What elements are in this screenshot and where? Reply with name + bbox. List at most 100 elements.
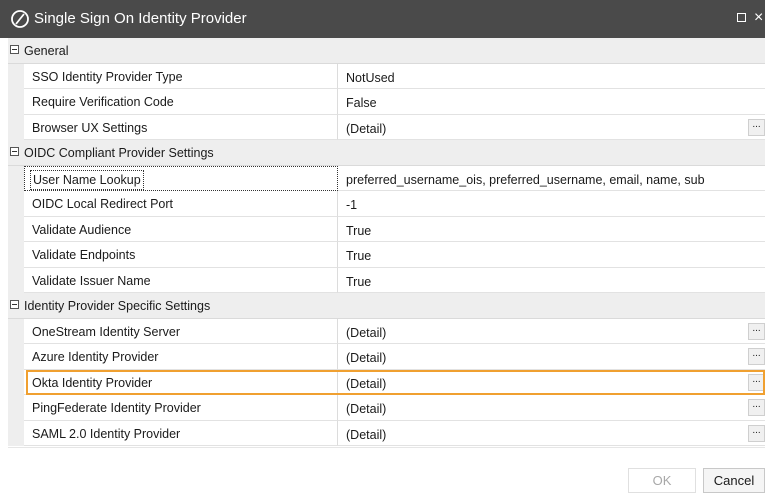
row-indent [8, 395, 24, 421]
property-name-cell[interactable]: Validate Endpoints [24, 242, 338, 268]
property-name: Okta Identity Provider [32, 375, 153, 390]
ellipsis-button[interactable]: ... [748, 399, 765, 416]
sso-identity-provider-dialog: Single Sign On Identity Provider × Gener… [0, 0, 765, 498]
collapse-icon[interactable] [10, 300, 19, 309]
property-name: User Name Lookup [30, 169, 144, 190]
property-name: Validate Issuer Name [32, 273, 151, 288]
category-label: Identity Provider Specific Settings [24, 299, 211, 313]
property-row[interactable]: Browser UX Settings (Detail)... [8, 114, 765, 140]
property-value: True [346, 274, 372, 289]
row-indent [8, 242, 24, 268]
property-name-cell[interactable]: PingFederate Identity Provider [24, 395, 338, 421]
property-value: (Detail) [346, 121, 387, 136]
row-indent [8, 89, 24, 115]
property-name-cell[interactable]: Browser UX Settings [24, 114, 338, 140]
row-indent [8, 420, 24, 446]
cancel-button[interactable]: Cancel [703, 468, 765, 493]
category-label: General [24, 44, 69, 58]
property-value-cell[interactable]: NotUsed [338, 64, 765, 89]
ellipsis-button[interactable]: ... [748, 348, 765, 365]
property-name-cell[interactable]: Require Verification Code [24, 89, 338, 115]
row-indent [8, 165, 24, 191]
property-value-cell[interactable]: (Detail) [338, 370, 765, 395]
property-row[interactable]: Validate Issuer Name True [8, 267, 765, 293]
property-value: NotUsed [346, 70, 395, 85]
collapse-icon[interactable] [10, 147, 19, 156]
property-row[interactable]: User Name Lookup preferred_username_ois, … [8, 165, 765, 191]
property-value: (Detail) [346, 325, 387, 340]
property-value-cell[interactable]: True [338, 217, 765, 242]
property-name: OneStream Identity Server [32, 324, 180, 339]
property-value-cell[interactable]: preferred_username_ois, preferred_userna… [338, 166, 765, 191]
property-name-cell[interactable]: SAML 2.0 Identity Provider [24, 420, 338, 446]
property-value: (Detail) [346, 376, 387, 391]
property-name: OIDC Local Redirect Port [32, 197, 174, 211]
close-icon[interactable]: × [754, 8, 765, 28]
maximize-icon[interactable] [737, 13, 746, 22]
property-row[interactable]: SSO Identity Provider Type NotUsed [8, 63, 765, 89]
property-name: Validate Audience [32, 222, 132, 237]
property-value: (Detail) [346, 351, 387, 365]
property-name: SSO Identity Provider Type [32, 69, 183, 84]
property-value-cell[interactable]: (Detail) [338, 421, 765, 446]
row-indent [8, 191, 24, 217]
property-row[interactable]: Validate Endpoints True [8, 242, 765, 268]
property-value: True [346, 223, 372, 238]
row-indent [8, 63, 24, 89]
property-row[interactable]: Require Verification Code False [8, 89, 765, 115]
title-bar[interactable]: Single Sign On Identity Provider × [0, 0, 765, 38]
row-indent [8, 114, 24, 140]
property-row[interactable]: Azure Identity Provider (Detail)... [8, 344, 765, 370]
property-name: Validate Endpoints [32, 248, 136, 262]
property-value: (Detail) [346, 427, 387, 442]
property-row[interactable]: Okta Identity Provider (Detail)... [8, 369, 765, 395]
property-name: Azure Identity Provider [32, 350, 159, 364]
property-value-cell[interactable]: True [338, 242, 765, 268]
property-value-cell[interactable]: False [338, 89, 765, 115]
property-row[interactable]: Validate Audience True [8, 216, 765, 242]
property-value-cell[interactable]: (Detail) [338, 319, 765, 344]
row-indent [8, 369, 24, 395]
property-value-cell[interactable]: (Detail) [338, 395, 765, 421]
footer-divider [8, 447, 765, 448]
row-indent [8, 344, 24, 370]
property-name-cell[interactable]: User Name Lookup [24, 165, 338, 191]
property-value: (Detail) [346, 402, 387, 416]
property-value: preferred_username_ois, preferred_userna… [346, 172, 705, 187]
window-title: Single Sign On Identity Provider [34, 10, 247, 27]
property-name: Browser UX Settings [32, 120, 148, 135]
property-name-cell[interactable]: Validate Audience [24, 216, 338, 242]
category-row[interactable]: General [8, 38, 765, 64]
category-label: OIDC Compliant Provider Settings [24, 146, 214, 160]
property-name: SAML 2.0 Identity Provider [32, 426, 181, 441]
property-row[interactable]: SAML 2.0 Identity Provider (Detail)... [8, 420, 765, 446]
property-name-cell[interactable]: SSO Identity Provider Type [24, 63, 338, 89]
property-row[interactable]: OneStream Identity Server (Detail)... [8, 318, 765, 344]
ok-button[interactable]: OK [628, 468, 696, 493]
collapse-icon[interactable] [10, 45, 19, 54]
ellipsis-button[interactable]: ... [748, 118, 765, 136]
property-name-cell[interactable]: Okta Identity Provider [24, 369, 338, 395]
property-value-cell[interactable]: (Detail) [338, 115, 765, 140]
row-indent [8, 267, 24, 293]
property-value-cell[interactable]: (Detail) [338, 344, 765, 370]
property-value-cell[interactable]: True [338, 268, 765, 293]
onestream-logo-icon [11, 10, 29, 28]
property-value: False [346, 96, 377, 110]
property-name: Require Verification Code [32, 95, 174, 109]
category-row[interactable]: Identity Provider Specific Settings [8, 293, 765, 319]
category-row[interactable]: OIDC Compliant Provider Settings [8, 140, 765, 166]
row-indent [8, 216, 24, 242]
ellipsis-button[interactable]: ... [748, 322, 765, 340]
property-row[interactable]: OIDC Local Redirect Port -1 [8, 191, 765, 217]
property-name-cell[interactable]: OneStream Identity Server [24, 318, 338, 344]
ellipsis-button[interactable]: ... [748, 373, 765, 391]
property-name-cell[interactable]: OIDC Local Redirect Port [24, 191, 338, 217]
ellipsis-button[interactable]: ... [748, 424, 765, 442]
property-name-cell[interactable]: Azure Identity Provider [24, 344, 338, 370]
property-grid: General SSO Identity Provider Type NotUsed… [8, 38, 765, 446]
property-name-cell[interactable]: Validate Issuer Name [24, 267, 338, 293]
property-row[interactable]: PingFederate Identity Provider (Detail)..… [8, 395, 765, 421]
property-value-cell[interactable]: -1 [338, 191, 765, 217]
row-indent [8, 318, 24, 344]
